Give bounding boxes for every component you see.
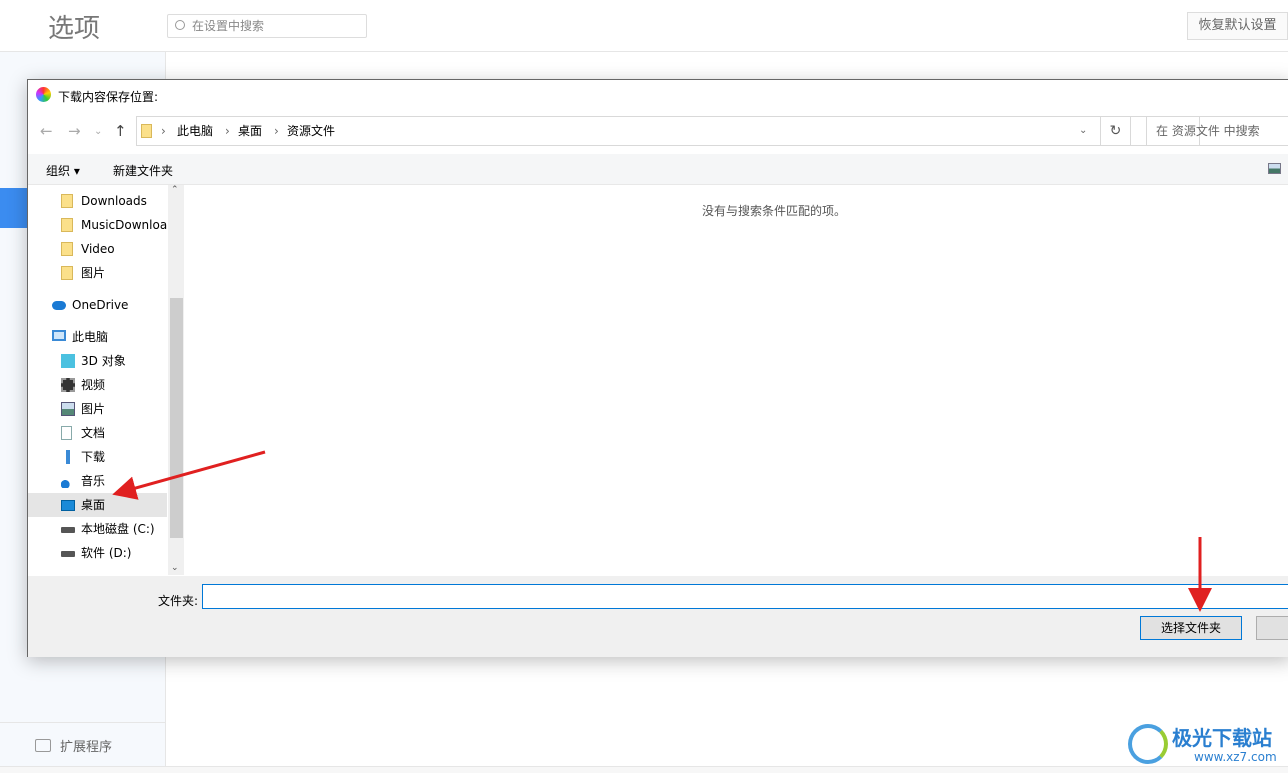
annotation-arrows [112, 450, 1212, 612]
watermark-name: 极光下载站 [1172, 726, 1272, 750]
arrow-to-desktop [112, 450, 266, 500]
watermark-url: www.xz7.com [1194, 750, 1277, 764]
watermark-logo: 极光下载站 www.xz7.com [1128, 720, 1288, 770]
